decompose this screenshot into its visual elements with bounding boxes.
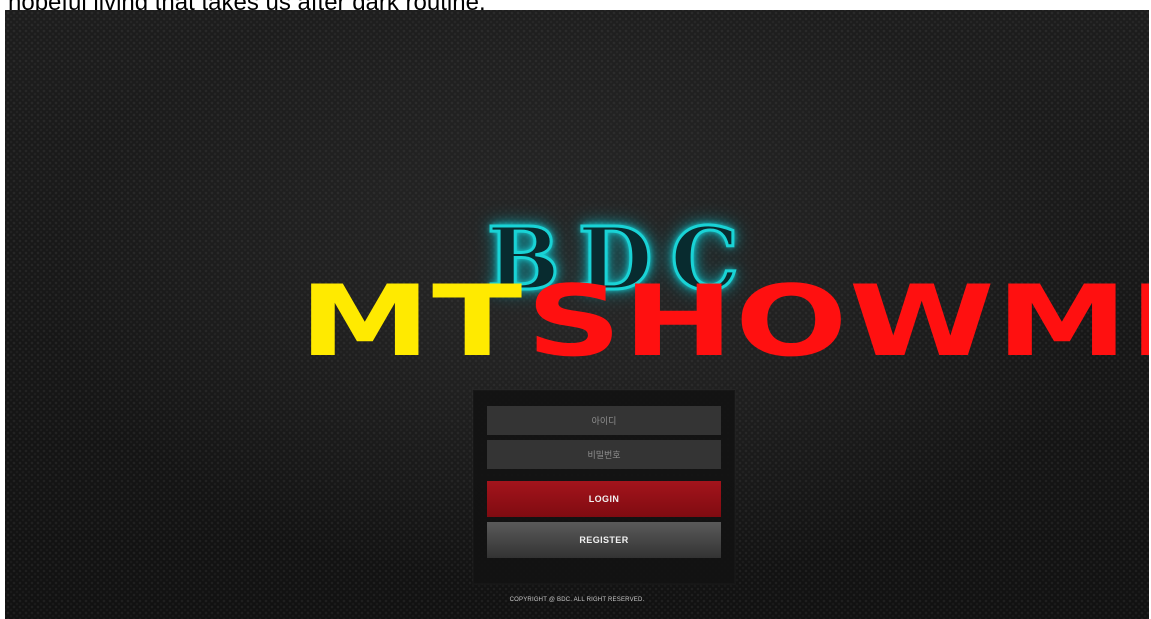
site-logo: B D C MT SHOWME [5,208,1149,372]
username-input[interactable] [487,406,721,435]
logo-showme-text: SHOWME [526,265,1149,379]
logo-mt-text: MT [299,265,524,379]
mtshowme-logo: MT SHOWME [299,272,1149,372]
copyright-text: COPYRIGHT @ BDC. ALL RIGHT RESERVED. [509,597,645,603]
password-input[interactable] [487,440,721,469]
login-button[interactable]: LOGIN [487,481,721,517]
background-stage: B D C MT SHOWME LOGIN REGISTER COPYRIGHT… [5,10,1149,619]
register-button[interactable]: REGISTER [487,522,721,558]
login-panel: LOGIN REGISTER [473,390,735,584]
